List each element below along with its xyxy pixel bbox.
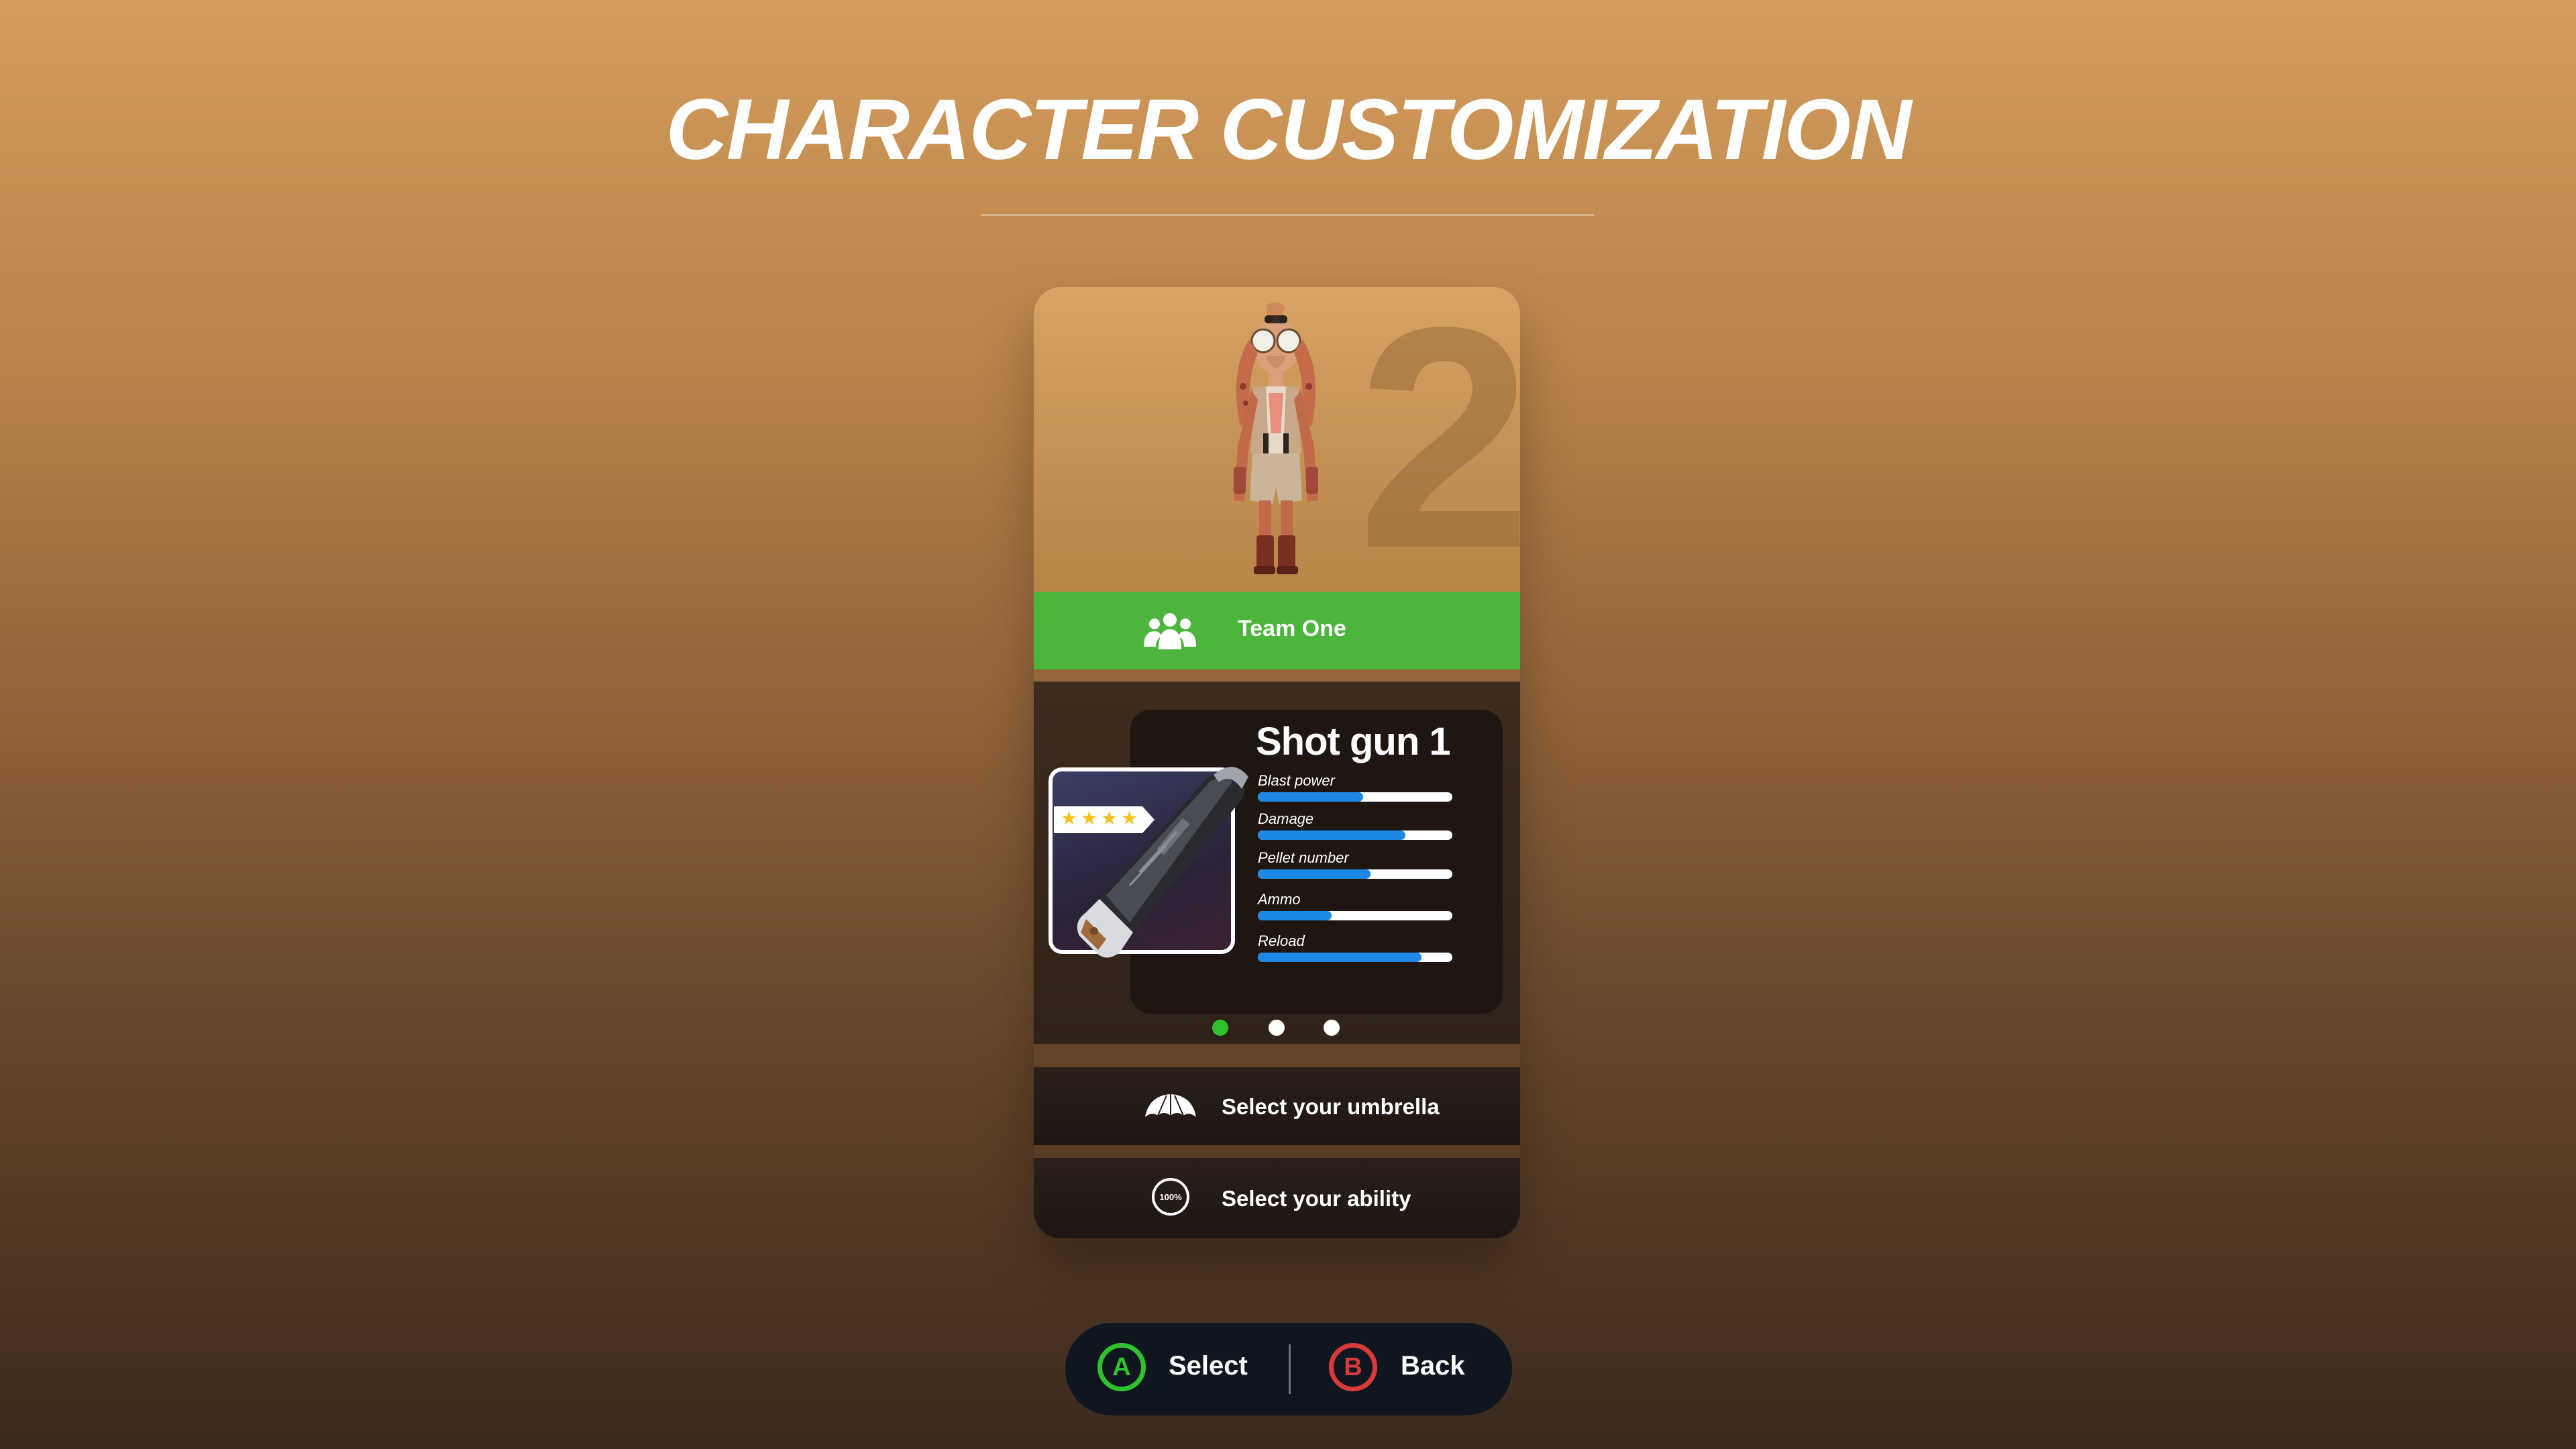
weapon-stat-bar <box>1258 953 1452 962</box>
weapon-stat-row: Blast power <box>1258 773 1456 802</box>
carousel-dot-1[interactable] <box>1212 1020 1228 1036</box>
weapon-stat-fill <box>1258 792 1363 802</box>
weapon-stat-bar <box>1258 830 1452 840</box>
weapon-stat-label: Ammo <box>1258 891 1301 908</box>
weapon-stat-label: Damage <box>1258 810 1314 827</box>
umbrella-icon <box>1145 1094 1196 1117</box>
b-button-icon[interactable]: B <box>1329 1343 1377 1391</box>
carousel-indicator <box>1034 1020 1520 1040</box>
select-umbrella-label: Select your umbrella <box>1222 1094 1440 1119</box>
team-label: Team One <box>1238 616 1346 641</box>
weapon-stat-bar <box>1258 911 1452 920</box>
weapon-stat-label: Pellet number <box>1258 849 1349 866</box>
shotgun-icon <box>1077 767 1248 958</box>
select-ability-button[interactable]: 100% Select your ability <box>1034 1158 1520 1238</box>
slot-number: 2 <box>1356 287 1520 592</box>
weapon-stat-fill <box>1258 830 1406 840</box>
weapon-stat-row: Pellet number <box>1258 851 1456 879</box>
weapon-stat-bar <box>1258 869 1452 879</box>
select-ability-label: Select your ability <box>1222 1186 1411 1211</box>
weapon-name: Shot gun 1 <box>1256 720 1451 763</box>
weapon-stat-label: Blast power <box>1258 772 1335 789</box>
title-divider <box>981 214 1594 216</box>
controller-hints: A Select B Back <box>1065 1323 1512 1415</box>
weapon-stat-label: Reload <box>1258 932 1305 949</box>
controls-divider <box>1289 1344 1291 1394</box>
carousel-dot-2[interactable] <box>1269 1020 1285 1036</box>
team-bar[interactable]: Team One <box>1034 592 1520 669</box>
weapon-stat-row: Ammo <box>1258 892 1456 920</box>
weapon-stat-fill <box>1258 911 1332 920</box>
weapon-thumbnail[interactable]: ★ ★ ★ ★ <box>1049 767 1248 958</box>
character-card: 2 Team One Shot gun 1 Blast power Damage… <box>1034 287 1520 1238</box>
team-icon <box>1144 613 1196 649</box>
weapon-stat-fill <box>1258 869 1371 879</box>
page-title: CHARACTER CUSTOMIZATION <box>665 82 1912 178</box>
weapon-stat-row: Damage <box>1258 812 1456 840</box>
a-button-icon[interactable]: A <box>1097 1343 1146 1391</box>
weapon-stat-row: Reload <box>1258 934 1456 962</box>
weapon-panel: Shot gun 1 Blast power Damage Pellet numbe… <box>1034 682 1520 1044</box>
weapon-stat-fill <box>1258 953 1421 962</box>
ability-icon: 100% <box>1152 1178 1189 1216</box>
ability-icon-text: 100% <box>1159 1192 1182 1202</box>
character-preview[interactable]: 2 <box>1034 287 1520 592</box>
carousel-dot-3[interactable] <box>1324 1020 1340 1036</box>
character-model <box>1234 302 1318 574</box>
select-umbrella-button[interactable]: Select your umbrella <box>1034 1067 1520 1145</box>
back-hint-label[interactable]: Back <box>1401 1352 1465 1379</box>
weapon-stat-bar <box>1258 792 1452 802</box>
select-hint-label[interactable]: Select <box>1169 1352 1248 1379</box>
